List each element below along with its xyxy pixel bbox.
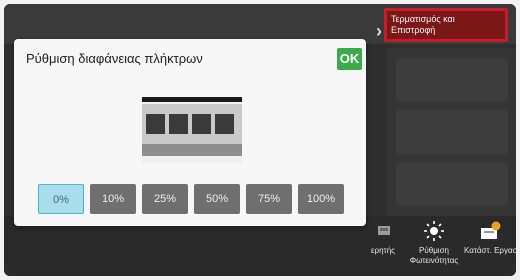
- key-transparency-dialog: Ρύθμιση διαφάνειας πλήκτρων OK 0% 10% 25…: [14, 39, 366, 226]
- bottom-bar-item-scanner[interactable]: ερητής: [358, 220, 408, 256]
- end-and-return-label-line2: Επιστροφή: [391, 25, 436, 35]
- brightness-icon: [423, 220, 445, 242]
- transparency-option-10[interactable]: 10%: [90, 184, 136, 214]
- bottom-bar-item-label: Κατάστ. Εργασ.: [464, 246, 516, 255]
- end-and-return-label-line1: Τερματισμός και: [391, 14, 455, 24]
- transparency-option-25[interactable]: 25%: [142, 184, 188, 214]
- bottom-bar-item-label-line2: Φωτεινότητας: [409, 256, 459, 265]
- bottom-bar-item-brightness[interactable]: Ρύθμιση Φωτεινότητας: [406, 220, 462, 266]
- ok-button[interactable]: OK: [337, 48, 362, 70]
- right-panel-slot: [396, 58, 508, 102]
- transparency-option-50[interactable]: 50%: [194, 184, 240, 214]
- end-and-return-button[interactable]: Τερματισμός και Επιστροφή: [384, 8, 508, 42]
- preview-bottom-band: [142, 144, 242, 156]
- preview-key: [146, 114, 165, 134]
- bottom-bar-item-label: Ρύθμιση: [419, 246, 449, 255]
- right-panel-slot: [396, 110, 508, 154]
- transparency-option-100[interactable]: 100%: [298, 184, 344, 214]
- job-status-icon: [479, 220, 501, 242]
- preview-key: [215, 114, 234, 134]
- dialog-title: Ρύθμιση διαφάνειας πλήκτρων: [26, 51, 203, 66]
- preview-top-line: [142, 97, 242, 102]
- bottom-bar-item-job-status[interactable]: Κατάστ. Εργασ.: [464, 220, 516, 256]
- bottom-bar-item-label: ερητής: [370, 246, 396, 255]
- scanner-icon: [372, 220, 394, 242]
- right-panel-slot: [396, 162, 508, 206]
- chevron-right-icon[interactable]: ›: [376, 22, 382, 40]
- preview-key: [169, 114, 188, 134]
- transparency-option-0[interactable]: 0%: [38, 184, 84, 214]
- right-panel: [386, 48, 516, 218]
- preview-key: [192, 114, 211, 134]
- transparency-preview-illustration: [142, 97, 242, 163]
- transparency-option-75[interactable]: 75%: [246, 184, 292, 214]
